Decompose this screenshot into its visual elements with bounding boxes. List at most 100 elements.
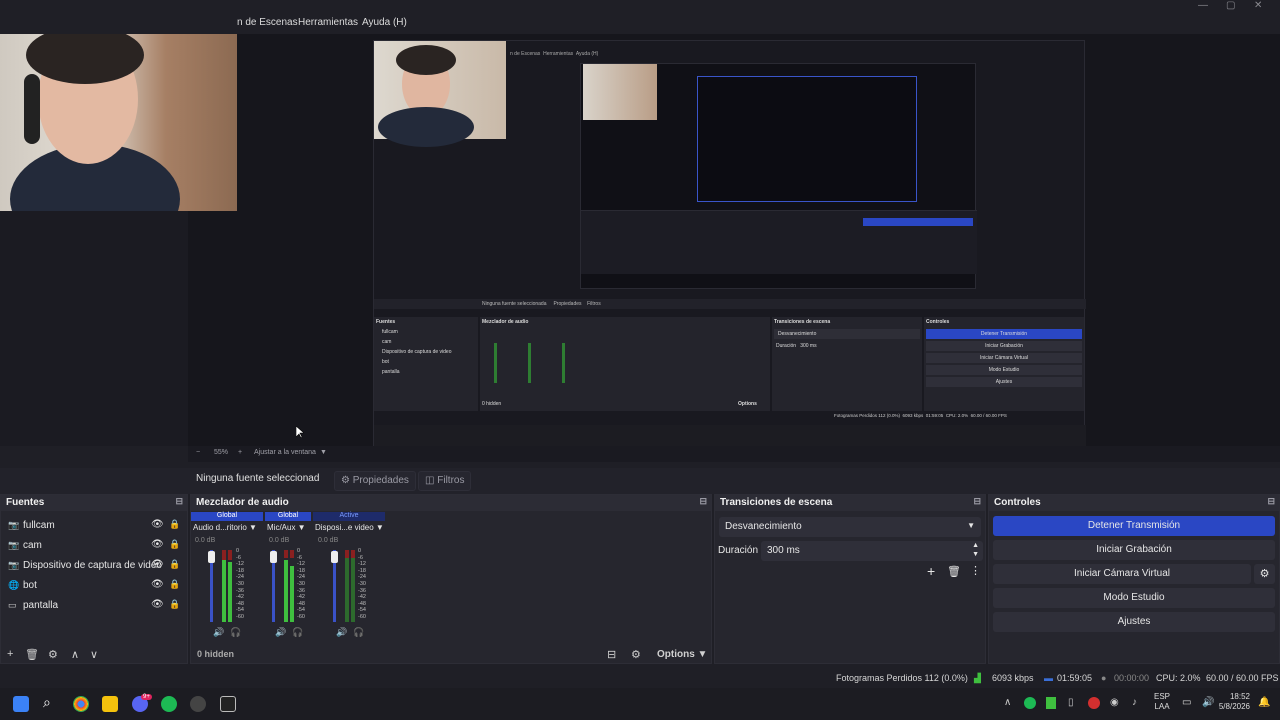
volume-icon[interactable]: 🔊: [1202, 697, 1214, 708]
transition-select[interactable]: Desvanecimiento ▼: [719, 517, 981, 537]
virtualcam-settings-icon[interactable]: ⚙: [1254, 564, 1275, 584]
app-tray-icon[interactable]: [1088, 697, 1100, 709]
program-canvas[interactable]: n de Escenas Herramientas Ayuda (H) Ning…: [373, 40, 1086, 448]
stop-stream-button[interactable]: Detener Transmisión: [993, 516, 1275, 536]
fit-to-window[interactable]: Ajustar a la ventana: [254, 449, 316, 456]
usb-icon[interactable]: ▯: [1068, 697, 1074, 708]
eye-icon[interactable]: 👁: [151, 599, 164, 610]
nested-webcam: [374, 41, 506, 147]
clock[interactable]: 18:52 5/8/2026: [1216, 692, 1250, 712]
monitor-icon: ▭: [8, 600, 17, 610]
dropped-frames: Fotogramas Perdidos 112 (0.0%): [836, 673, 968, 683]
lock-icon[interactable]: 🔒: [169, 519, 180, 530]
add-source-icon[interactable]: +: [7, 648, 13, 660]
undock-icon[interactable]: ⊟: [973, 496, 981, 507]
nested-taskbar: [374, 425, 1086, 447]
lock-icon[interactable]: 🔒: [169, 539, 180, 550]
menu-scene-collection[interactable]: n de Escenas: [237, 17, 298, 28]
source-context-bar: Ninguna fuente seleccionad ⚙ Propiedades…: [0, 468, 1280, 494]
controller-icon[interactable]: ◉: [1110, 697, 1119, 708]
channel-name[interactable]: Audio d...ritorio ▼: [193, 523, 263, 532]
close-icon[interactable]: ✕: [1254, 0, 1262, 11]
bitrate: 6093 kbps: [992, 673, 1034, 683]
nested-statusbar: Fotogramas Perdidos 112 (0.0%) 6093 kbps…: [834, 413, 1007, 418]
nested-source-bar: Ninguna fuente seleccionada Propiedades …: [374, 299, 1086, 309]
start-virtualcam-button[interactable]: Iniciar Cámara Virtual: [993, 564, 1251, 584]
minimize-icon[interactable]: —: [1198, 0, 1208, 11]
menu-help[interactable]: Ayuda (H): [362, 17, 407, 28]
menu-tools[interactable]: Herramientas: [298, 17, 358, 28]
nested-preview: [580, 63, 977, 289]
mixer-settings-icon[interactable]: ⚙: [631, 648, 641, 666]
speaker-icon[interactable]: 🔊: [213, 627, 224, 638]
chrome-icon[interactable]: [73, 696, 89, 712]
options-button[interactable]: Options ▼: [657, 649, 707, 667]
menu-bar: n de Escenas Herramientas Ayuda (H): [0, 14, 1280, 34]
obs-icon[interactable]: [190, 696, 206, 712]
undock-icon[interactable]: ⊟: [699, 496, 707, 507]
level-meter: [284, 560, 288, 622]
lock-icon[interactable]: 🔒: [169, 579, 180, 590]
source-item-pantalla[interactable]: ▭ pantalla 👁 🔒: [1, 596, 187, 616]
discord-badge: 9+: [141, 694, 152, 700]
network-icon[interactable]: ▭: [1182, 697, 1191, 708]
speaker-tray-icon[interactable]: ♪: [1132, 697, 1137, 708]
volume-slider-handle[interactable]: [331, 551, 338, 563]
tray-chevron-icon[interactable]: ∧: [1004, 697, 1011, 708]
mixer-layout-icon[interactable]: ⊟: [607, 648, 616, 666]
undock-icon[interactable]: ⊟: [1267, 496, 1275, 507]
more-options-icon[interactable]: ⋮: [970, 564, 981, 577]
settings-button[interactable]: Ajustes: [993, 612, 1275, 632]
taskbar: ⌕ 9+ ∧ ▯ ◉ ♪ ESP LAA ▭ 🔊 18:52 5/8/2026 🔔: [0, 688, 1280, 720]
nvidia-icon[interactable]: [1046, 697, 1056, 709]
source-item-cam[interactable]: 📷 cam 👁 🔒: [1, 536, 187, 556]
channel-name[interactable]: Mic/Aux ▼: [267, 523, 313, 532]
eye-icon[interactable]: 👁: [151, 519, 164, 530]
spotify-icon[interactable]: [161, 696, 177, 712]
remove-source-icon[interactable]: 🗑: [25, 648, 39, 661]
headphones-icon[interactable]: 🎧: [230, 627, 241, 638]
source-up-icon[interactable]: ∧: [71, 648, 79, 661]
duration-input[interactable]: 300 ms ▲ ▼: [761, 541, 983, 561]
eye-icon[interactable]: 👁: [151, 579, 164, 590]
headphones-icon[interactable]: 🎧: [353, 627, 364, 638]
eye-icon[interactable]: 👁: [151, 559, 164, 570]
speaker-icon[interactable]: 🔊: [336, 627, 347, 638]
terminal-icon[interactable]: [220, 696, 236, 712]
controls-title: Controles: [994, 497, 1041, 508]
filters-button[interactable]: ◫ Filtros: [418, 471, 472, 491]
windows-start-icon[interactable]: [13, 696, 29, 712]
volume-slider-handle[interactable]: [208, 551, 215, 563]
properties-button[interactable]: ⚙ Propiedades: [334, 471, 416, 491]
start-recording-button[interactable]: Iniciar Grabación: [993, 540, 1275, 560]
undock-icon[interactable]: ⊟: [175, 496, 183, 507]
lock-icon[interactable]: 🔒: [169, 559, 180, 570]
speaker-icon[interactable]: 🔊: [275, 627, 286, 638]
remove-transition-icon[interactable]: 🗑: [947, 565, 961, 578]
channel-name[interactable]: Disposi...e video ▼: [315, 523, 387, 532]
language-indicator[interactable]: ESP LAA: [1154, 692, 1170, 712]
studio-mode-button[interactable]: Modo Estudio: [993, 588, 1275, 608]
source-item-fullcam[interactable]: 📷 fullcam 👁 🔒: [1, 516, 187, 536]
volume-slider-handle[interactable]: [270, 551, 277, 563]
file-explorer-icon[interactable]: [102, 696, 118, 712]
headphones-icon[interactable]: 🎧: [292, 627, 303, 638]
notification-icon[interactable]: 🔔: [1258, 697, 1270, 708]
eye-icon[interactable]: 👁: [151, 539, 164, 550]
spotify-tray-icon[interactable]: [1024, 697, 1036, 709]
spin-icon[interactable]: ▲ ▼: [972, 541, 979, 559]
source-item-bot[interactable]: 🌐 bot 👁 🔒: [1, 576, 187, 596]
zoom-in-icon[interactable]: +: [238, 449, 242, 456]
zoom-dropdown-icon[interactable]: ▼: [320, 449, 327, 456]
source-item-capture[interactable]: 📷 Dispositivo de captura de video 👁 🔒: [1, 556, 187, 576]
zoom-out-icon[interactable]: −: [196, 449, 200, 456]
lock-icon[interactable]: 🔒: [169, 599, 180, 610]
source-down-icon[interactable]: ∨: [90, 648, 98, 661]
mouse-cursor-icon: [295, 425, 305, 439]
source-settings-icon[interactable]: ⚙: [48, 648, 58, 661]
db-scale: 0 -6 -12 -18 -24 -30 -36 -42 -48 -54 -60: [358, 548, 366, 620]
search-icon[interactable]: ⌕: [43, 694, 59, 710]
sources-title: Fuentes: [6, 497, 45, 508]
add-transition-icon[interactable]: +: [927, 563, 935, 579]
maximize-icon[interactable]: ▢: [1226, 0, 1235, 11]
